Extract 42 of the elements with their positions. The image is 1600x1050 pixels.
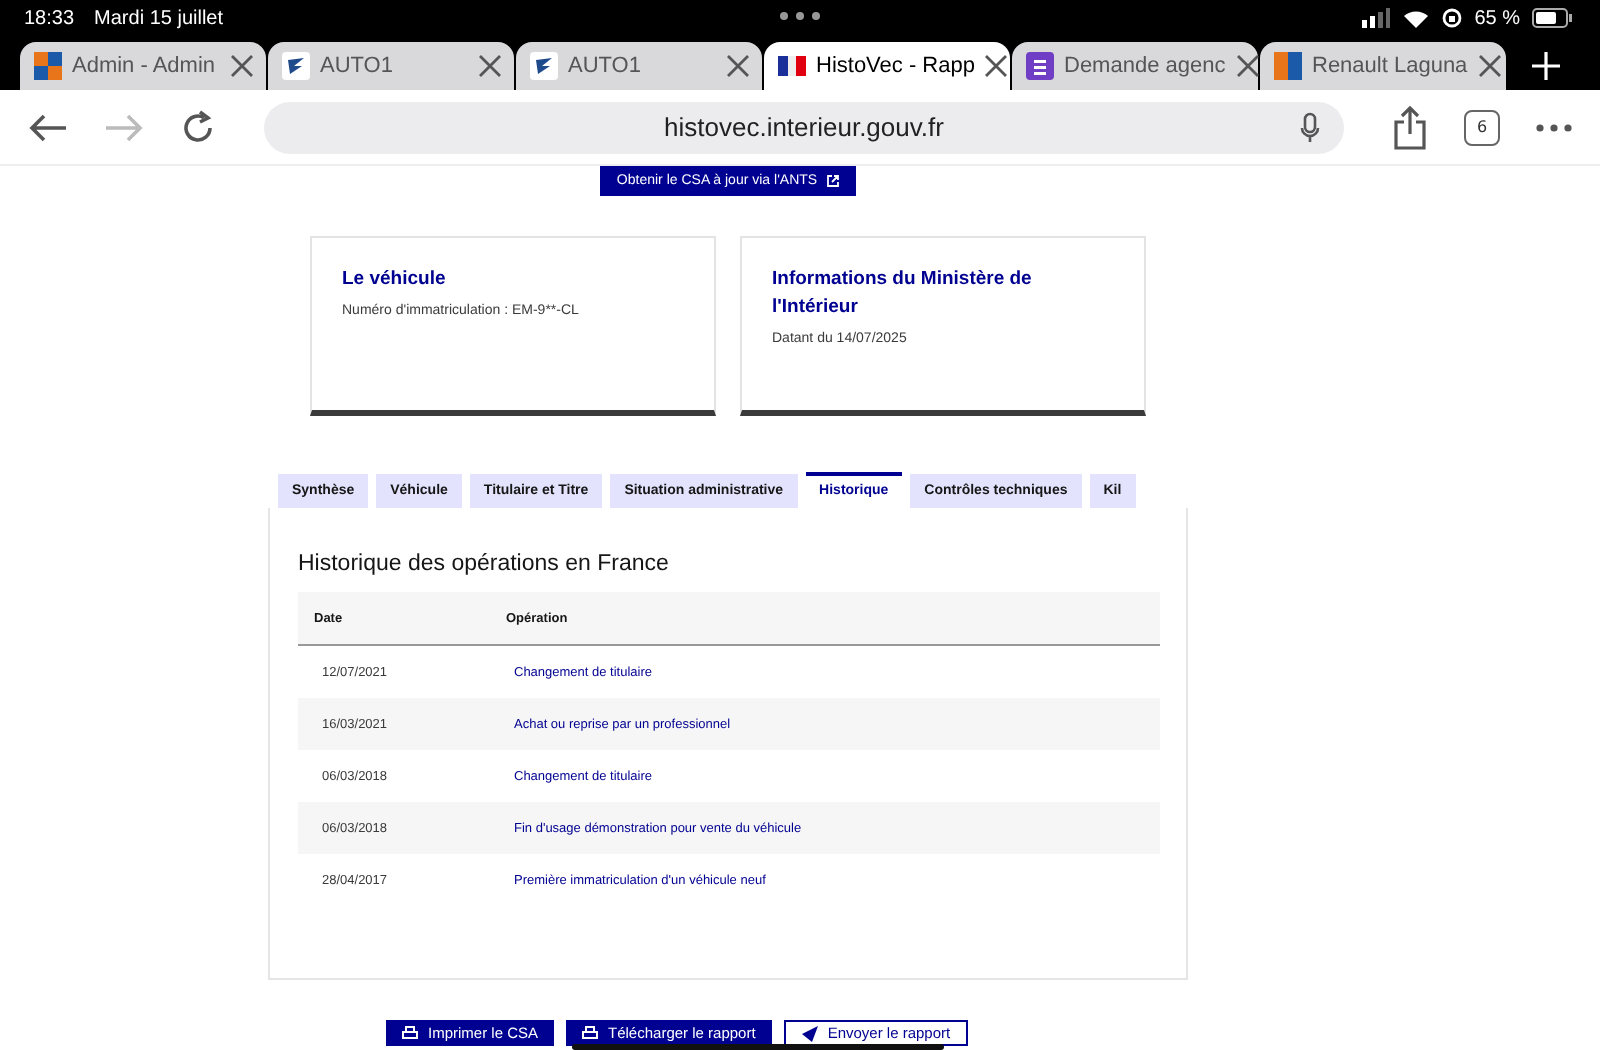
tab-title: Admin - Admin: [72, 54, 216, 78]
browser-tab[interactable]: Renault Laguna: [1260, 42, 1506, 90]
flag-icon: [778, 56, 806, 76]
logo-icon: [530, 52, 558, 80]
back-icon[interactable]: [28, 111, 68, 143]
card-title: Le véhicule: [342, 266, 448, 294]
tab-title: AUTO1: [320, 54, 393, 78]
status-time: 18:33: [24, 7, 75, 29]
share-icon[interactable]: [1392, 105, 1428, 149]
external-link-icon: [825, 174, 840, 188]
lock-rotation-icon: [1442, 8, 1463, 28]
split-square-icon: [1274, 52, 1302, 80]
browser-tab[interactable]: AUTO1: [268, 42, 514, 90]
tab-count-button[interactable]: 6: [1464, 109, 1500, 145]
browser-tab[interactable]: HistoVec - Rapp: [764, 42, 1010, 90]
printer-icon: [402, 1025, 418, 1041]
form-icon: [1026, 52, 1054, 80]
close-icon[interactable]: [1235, 54, 1260, 78]
browser-tab[interactable]: Admin - Admin: [20, 42, 266, 90]
wifi-icon: [1402, 8, 1431, 28]
signal-icon: [1362, 8, 1391, 28]
microphone-icon[interactable]: [1300, 111, 1320, 143]
card-title: Informations du Ministère de l'Intérieur: [772, 266, 1034, 322]
logo-icon: [282, 52, 310, 80]
browser-tab[interactable]: Demande agenc: [1012, 42, 1258, 90]
address-bar[interactable]: histovec.interieur.gouv.fr: [264, 101, 1344, 153]
battery-icon: [1532, 8, 1572, 28]
more-icon[interactable]: [1536, 123, 1572, 131]
browser-tab[interactable]: AUTO1: [516, 42, 762, 90]
checkered-squares-icon: [34, 52, 62, 80]
status-date: Mardi 15 juillet: [94, 7, 224, 29]
tab-title: HistoVec - Rapp: [816, 54, 975, 78]
panel-heading: Historique des opérations en France: [298, 552, 671, 576]
close-icon[interactable]: [984, 54, 1009, 78]
battery-level: 65 %: [1474, 7, 1520, 29]
reload-icon[interactable]: [180, 109, 216, 145]
tab-title: Demande agenc: [1064, 54, 1226, 78]
more-icon[interactable]: [776, 10, 824, 22]
tab-title: AUTO1: [568, 54, 641, 78]
new-tab-icon[interactable]: [1532, 52, 1560, 80]
tab-title: Renault Laguna: [1312, 54, 1468, 78]
printer-icon: [582, 1025, 599, 1041]
